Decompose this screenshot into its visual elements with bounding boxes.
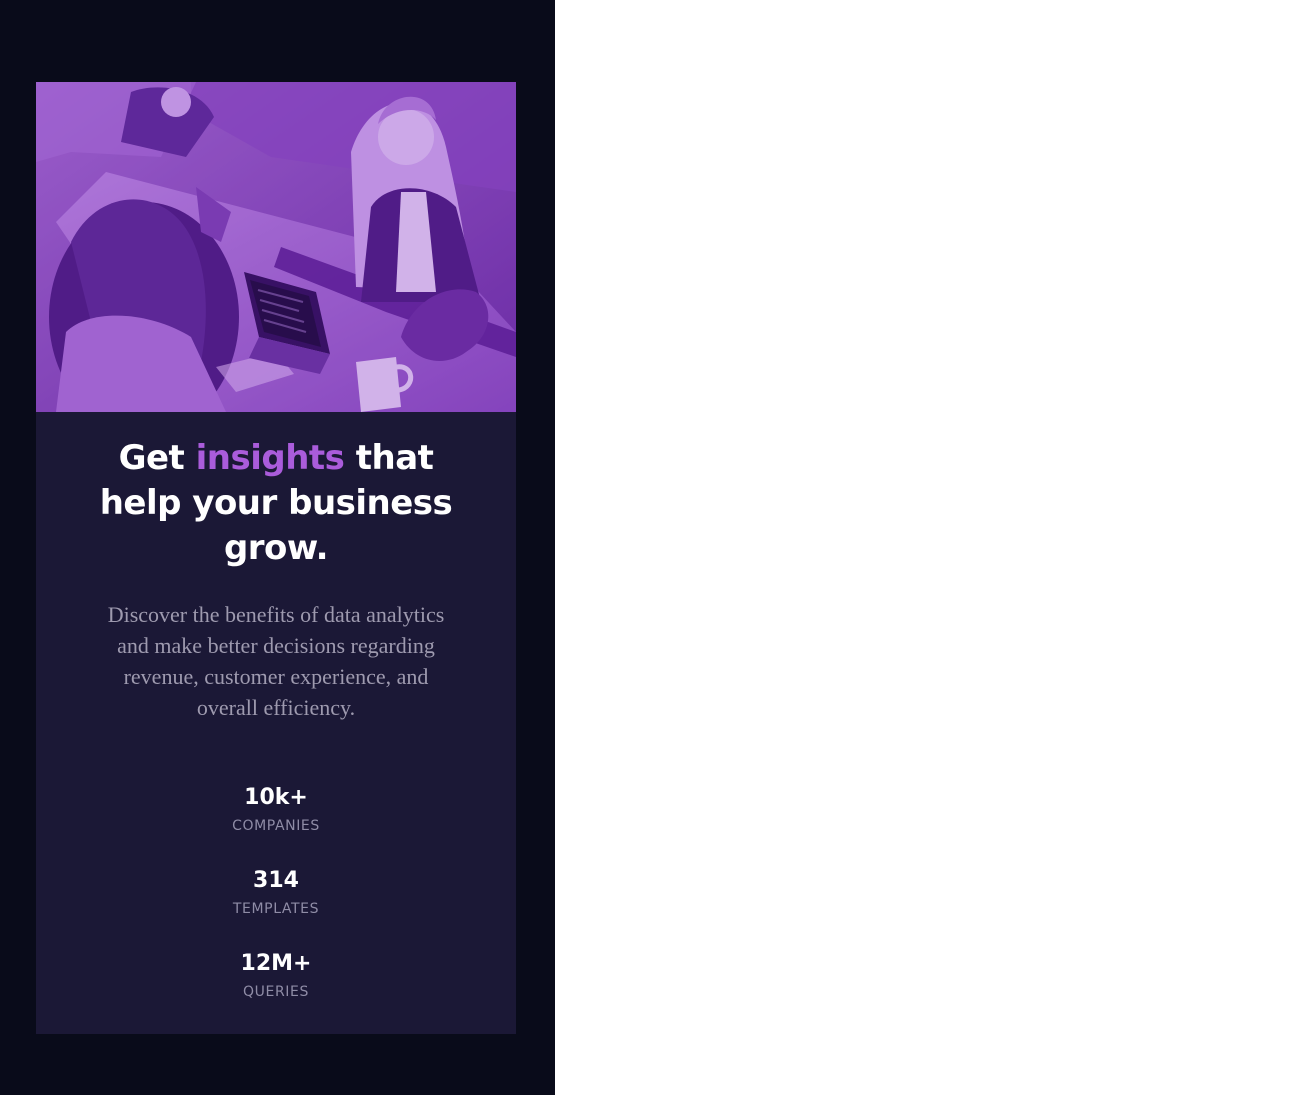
stat-label: COMPANIES xyxy=(232,818,320,834)
office-team-photo-illustration xyxy=(36,82,516,412)
stat-label: TEMPLATES xyxy=(232,901,320,917)
stat-label: QUERIES xyxy=(243,984,309,1000)
heading-accent-word: insights xyxy=(195,438,345,478)
stat-value: 10k+ xyxy=(244,785,308,810)
page-background: Get insights that help your business gro… xyxy=(0,0,555,1095)
stats-list: 10k+ COMPANIES 314 TEMPLATES 12M+ QUERIE… xyxy=(66,785,486,1034)
stat-queries: 12M+ QUERIES xyxy=(66,951,486,1034)
stats-preview-card: Get insights that help your business gro… xyxy=(36,82,516,1034)
stat-templates: 314 TEMPLATES xyxy=(66,868,486,951)
description-text: Discover the benefits of data analytics … xyxy=(107,602,445,720)
stat-value: 12M+ xyxy=(240,951,312,976)
heading-prefix: Get xyxy=(118,438,196,478)
hero-image xyxy=(36,82,516,412)
card-content: Get insights that help your business gro… xyxy=(36,412,516,1034)
stat-value: 314 xyxy=(253,868,299,893)
page-title: Get insights that help your business gro… xyxy=(86,436,466,571)
stat-companies: 10k+ COMPANIES xyxy=(66,785,486,868)
